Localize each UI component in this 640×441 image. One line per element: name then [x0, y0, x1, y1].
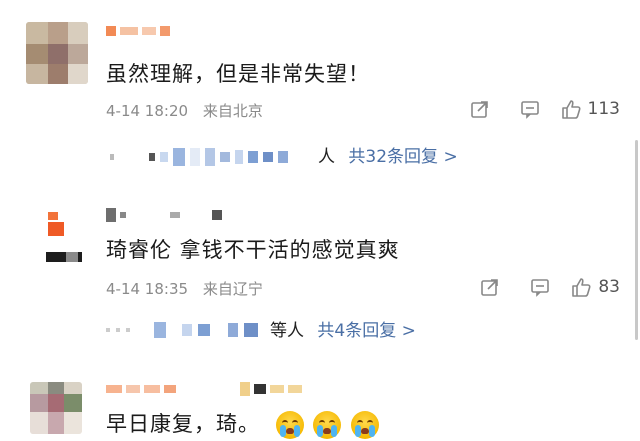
avatar[interactable]: [30, 382, 82, 434]
share-icon: [481, 279, 499, 296]
crying-face-emoji: [351, 411, 380, 439]
comment-item: 琦睿伦 拿钱不干活的感觉真爽 4-14 18:35 来自辽宁 83 等人 共4条…: [0, 190, 640, 360]
comment-date: 4-14 18:20: [106, 102, 189, 120]
comment-date: 4-14 18:35: [106, 280, 189, 298]
comment-text: 虽然理解，但是非常失望！: [106, 62, 370, 86]
username-blurred[interactable]: [106, 26, 170, 36]
comment-item: 早日康复，琦。: [0, 360, 640, 441]
reply-count-link[interactable]: 等人 共4条回复 >: [270, 316, 416, 341]
like-count: 113: [587, 99, 620, 119]
comment-meta: 4-14 18:35 来自辽宁: [106, 278, 263, 299]
comment-text: 早日康复，琦。: [106, 408, 380, 439]
avatar[interactable]: [44, 208, 84, 264]
thumbs-up-icon: [572, 278, 591, 297]
share-button[interactable]: [460, 96, 500, 122]
reply-count-link[interactable]: 人 共32条回复 >: [318, 142, 458, 167]
avatar[interactable]: [26, 22, 88, 84]
comment-button[interactable]: [500, 96, 560, 122]
reply-summary[interactable]: 人 共32条回复 >: [106, 138, 640, 178]
username-blurred[interactable]: [106, 208, 222, 222]
share-icon: [470, 101, 488, 118]
like-button[interactable]: 83: [570, 274, 620, 300]
comment-location: 来自北京: [202, 102, 263, 120]
comment-text: 琦睿伦 拿钱不干活的感觉真爽: [106, 238, 400, 262]
comment-icon: [531, 279, 550, 297]
comment-button[interactable]: [510, 274, 570, 300]
comment-meta: 4-14 18:20 来自北京: [106, 100, 263, 121]
reply-summary[interactable]: 等人 共4条回复 >: [106, 312, 640, 352]
comment-location: 来自辽宁: [202, 280, 263, 298]
crying-face-emoji: [275, 411, 304, 439]
share-button[interactable]: [470, 274, 510, 300]
username-blurred[interactable]: [106, 382, 302, 396]
comment-icon: [520, 101, 539, 119]
like-count: 83: [598, 277, 620, 297]
scrollbar[interactable]: [635, 140, 638, 340]
like-button[interactable]: 113: [560, 96, 620, 122]
crying-face-emoji: [313, 411, 342, 439]
thumbs-up-icon: [561, 100, 581, 119]
comment-actions: 83: [470, 274, 620, 300]
comment-actions: 113: [460, 96, 620, 122]
comment-item: 虽然理解，但是非常失望！ 4-14 18:20 来自北京 113 人 共32条回…: [0, 0, 640, 190]
